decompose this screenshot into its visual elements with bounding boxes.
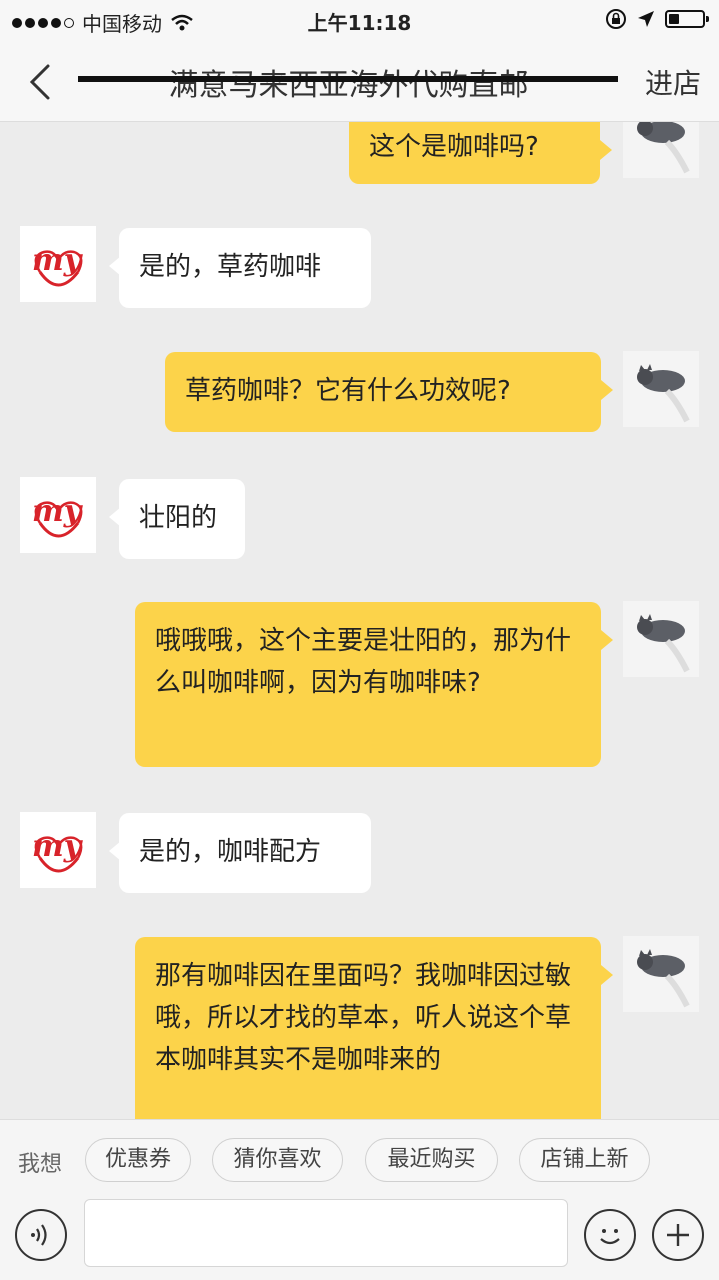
location-icon: [638, 11, 654, 27]
message-bubble-outgoing: 草药咖啡？它有什么功效呢?: [165, 352, 613, 432]
add-button[interactable]: [652, 1209, 704, 1261]
shop-logo-avatar[interactable]: my: [20, 226, 96, 302]
emoji-button[interactable]: [584, 1209, 636, 1261]
chevron-left-icon[interactable]: [22, 62, 58, 102]
user-avatar[interactable]: [623, 122, 699, 178]
chip-recent-purchase[interactable]: 最近购买: [365, 1138, 498, 1182]
status-right: [605, 8, 709, 30]
nav-bar: 满意马来西亚海外代购直邮 进店: [0, 40, 719, 122]
shop-title: 满意马来西亚海外代购直邮: [168, 68, 529, 103]
input-bar: [0, 1199, 719, 1280]
plus-icon: [667, 1224, 689, 1246]
message-input[interactable]: [84, 1199, 568, 1267]
quick-reply-label: 我想: [18, 1152, 63, 1177]
chip-recommend[interactable]: 猜你喜欢: [212, 1138, 343, 1182]
quick-reply-bar: 我想 优惠券 猜你喜欢 最近购买 店铺上新: [0, 1119, 719, 1199]
message-bubble-incoming: 壮阳的: [109, 479, 245, 559]
voice-button[interactable]: [15, 1209, 67, 1261]
svg-text:my: my: [32, 494, 84, 529]
message-bubble-incoming: 是的，草药咖啡: [109, 228, 371, 308]
svg-text:my: my: [32, 243, 84, 278]
user-avatar[interactable]: [623, 351, 699, 427]
shop-logo-avatar[interactable]: my: [20, 812, 96, 888]
status-bar: 中国移动 上午11:18: [0, 0, 719, 40]
message-bubble-outgoing: 那有咖啡因在里面吗？我咖啡因过敏哦，所以才找的草本，听人说这个草本咖啡其实不是咖…: [135, 937, 613, 1119]
chat-area[interactable]: 这个是咖啡吗? my 是的，草药咖啡 草药咖啡？它有什么功效呢? my 壮阳的 …: [0, 122, 719, 1119]
rotation-lock-icon: [606, 9, 626, 29]
voice-icon: [31, 1224, 47, 1246]
battery-icon: [665, 10, 709, 28]
message-bubble-incoming: 是的，咖啡配方: [109, 813, 371, 893]
chip-coupon[interactable]: 优惠券: [85, 1138, 191, 1182]
user-avatar[interactable]: [623, 936, 699, 1012]
chip-new-arrivals[interactable]: 店铺上新: [519, 1138, 650, 1182]
user-avatar[interactable]: [623, 601, 699, 677]
shop-logo-avatar[interactable]: my: [20, 477, 96, 553]
emoji-icon: [600, 1229, 620, 1245]
svg-text:my: my: [32, 829, 84, 864]
message-bubble-outgoing: 哦哦哦，这个主要是壮阳的，那为什么叫咖啡啊，因为有咖啡味?: [135, 602, 613, 767]
redaction-bar: [78, 76, 618, 82]
enter-shop-button[interactable]: 进店: [645, 62, 701, 102]
message-bubble-outgoing: 这个是咖啡吗?: [349, 122, 612, 184]
